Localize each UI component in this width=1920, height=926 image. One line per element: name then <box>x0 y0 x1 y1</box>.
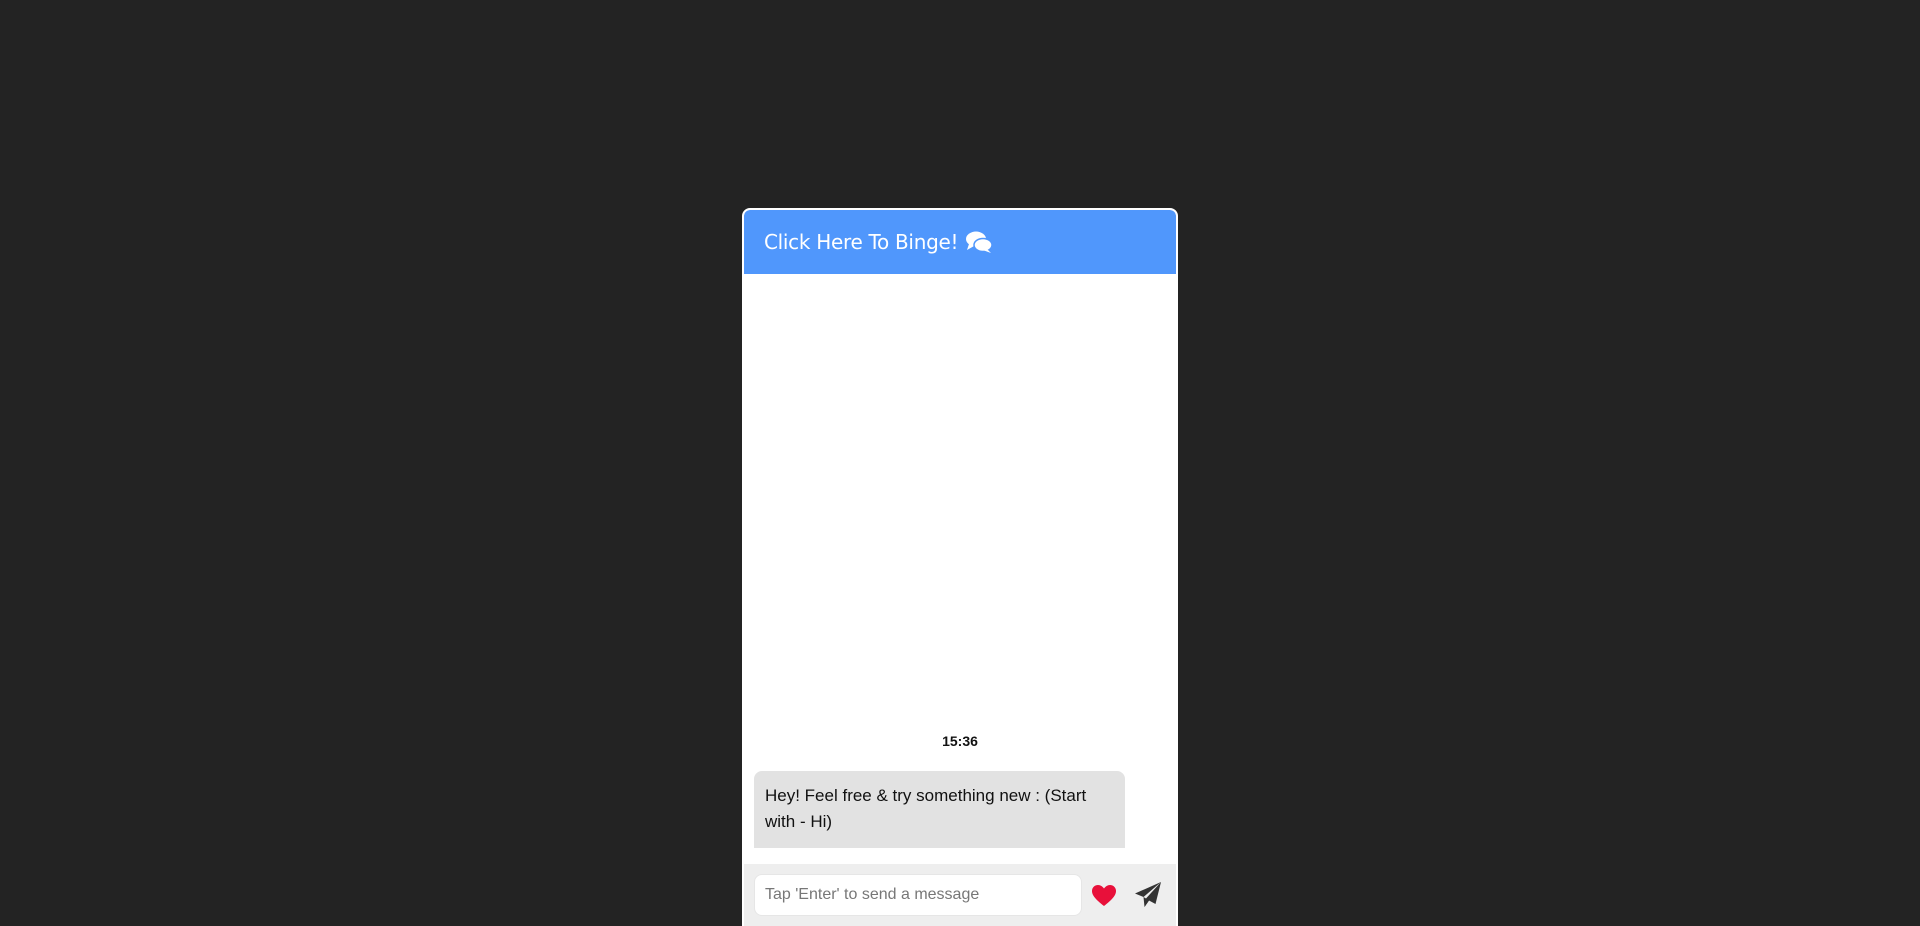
comments-icon <box>965 230 993 254</box>
chat-window: Click Here To Binge! 15:36 Hey! Feel fre… <box>742 208 1178 926</box>
bot-message-bubble: Hey! Feel free & try something new : (St… <box>754 771 1125 848</box>
chat-messages[interactable]: 15:36 Hey! Feel free & try something new… <box>744 274 1176 864</box>
paper-plane-icon[interactable] <box>1134 881 1162 909</box>
chat-title[interactable]: Click Here To Binge! <box>764 230 958 254</box>
chat-header[interactable]: Click Here To Binge! <box>744 210 1176 274</box>
message-input[interactable] <box>754 874 1082 916</box>
input-bar <box>744 864 1176 926</box>
message-timestamp: 15:36 <box>942 733 978 749</box>
heart-icon[interactable] <box>1091 884 1117 908</box>
